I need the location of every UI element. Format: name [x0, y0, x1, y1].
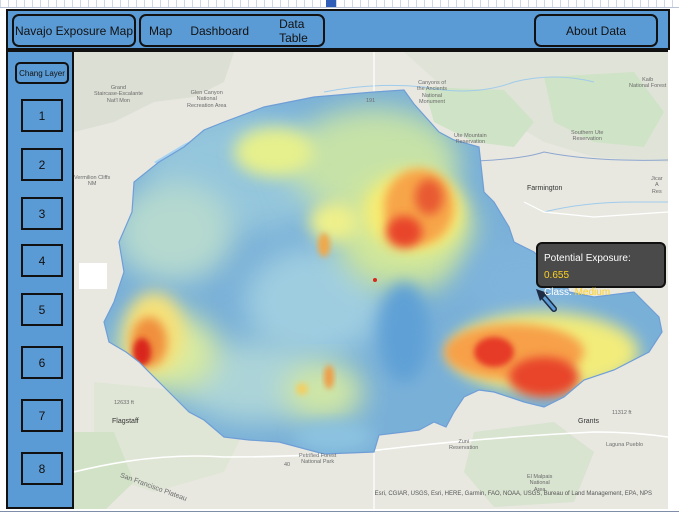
sidebar: Chang Layer 1 2 3 4 5 6 7 8 — [6, 50, 74, 509]
sidebar-button-label: 7 — [38, 408, 46, 423]
sidebar-button-5[interactable]: 5 — [21, 293, 63, 326]
label-elevation-1: 12633 ft — [114, 400, 134, 406]
sidebar-button-8[interactable]: 8 — [21, 452, 63, 485]
sidebar-button-label: 1 — [38, 108, 46, 123]
change-layer-button[interactable]: Chang Layer — [15, 62, 69, 84]
nav-dashboard[interactable]: Dashboard — [190, 24, 249, 38]
sidebar-button-4[interactable]: 4 — [21, 244, 63, 277]
route-191-shield: 191 — [366, 98, 376, 104]
exposure-popup: Potential Exposure: 0.655 Class: Medium — [536, 242, 666, 298]
city-grants: Grants — [578, 418, 600, 425]
nav-tabs: Map Dashboard Data Table — [139, 14, 325, 47]
sidebar-button-label: 3 — [38, 206, 46, 221]
label-elevation-2: 11312 ft — [612, 410, 632, 416]
sidebar-button-1[interactable]: 1 — [21, 99, 63, 132]
map-attribution: Esri, CGIAR, USGS, Esri, HERE, Garmin, F… — [374, 491, 652, 497]
exposure-label: Potential Exposure: — [544, 253, 631, 264]
route-40-shield: 40 — [284, 462, 291, 468]
header-bar: Navajo Exposure Map Map Dashboard Data T… — [6, 9, 670, 50]
sidebar-button-7[interactable]: 7 — [21, 399, 63, 432]
city-flagstaff: Flagstaff — [112, 418, 139, 425]
sidebar-button-2[interactable]: 2 — [21, 148, 63, 181]
sidebar-button-label: 2 — [38, 157, 46, 172]
nav-map[interactable]: Map — [149, 24, 172, 38]
label-southern-ute: Southern Ute Reservation — [571, 130, 604, 143]
label-zuni: Zuni Reservation — [449, 439, 479, 452]
label-grand-staircase: Grand Staircase-Escalante Nat'l Mon — [94, 85, 143, 104]
page-bottom-border — [0, 511, 679, 512]
sidebar-button-6[interactable]: 6 — [21, 346, 63, 379]
sidebar-button-label: 4 — [38, 253, 46, 268]
exposure-value: 0.655 — [544, 270, 570, 281]
label-jicarilla: Jicar A Res — [651, 176, 663, 195]
about-data-button[interactable]: About Data — [534, 14, 658, 47]
popup-exposure-row: Potential Exposure: 0.655 — [544, 250, 658, 284]
label-petrified-forest: Petrified Forest National Park — [299, 453, 337, 466]
top-ruler — [0, 0, 679, 8]
label-glen-canyon: Glen Canyon National Recreation Area — [187, 90, 227, 109]
label-ute-mountain: Ute Mountain Reservation — [454, 133, 487, 146]
nav-data-table[interactable]: Data Table — [279, 17, 323, 45]
popup-class-row: Class: Medium — [544, 284, 658, 301]
sidebar-button-label: 8 — [38, 461, 46, 476]
label-laguna: Laguna Pueblo — [606, 442, 644, 448]
label-canyons-ancients: Canyons of the Ancients National Monument — [417, 80, 447, 105]
app-title-text: Navajo Exposure Map — [14, 23, 134, 38]
change-layer-label: Chang Layer — [19, 68, 65, 78]
sidebar-button-3[interactable]: 3 — [21, 197, 63, 230]
map-placeholder-box — [79, 263, 107, 289]
class-value: Medium — [574, 287, 611, 298]
sidebar-button-label: 5 — [38, 302, 46, 317]
class-label: Class: — [544, 287, 572, 298]
sidebar-button-label: 6 — [38, 355, 46, 370]
label-kaibab: Kaib National Forest — [629, 77, 667, 90]
ruler-handle — [326, 0, 336, 7]
label-vermilion-cliffs: Vermilion Cliffs NM — [74, 175, 111, 188]
app-title: Navajo Exposure Map — [12, 14, 136, 47]
about-data-label: About Data — [565, 23, 627, 38]
city-farmington: Farmington — [527, 185, 563, 192]
